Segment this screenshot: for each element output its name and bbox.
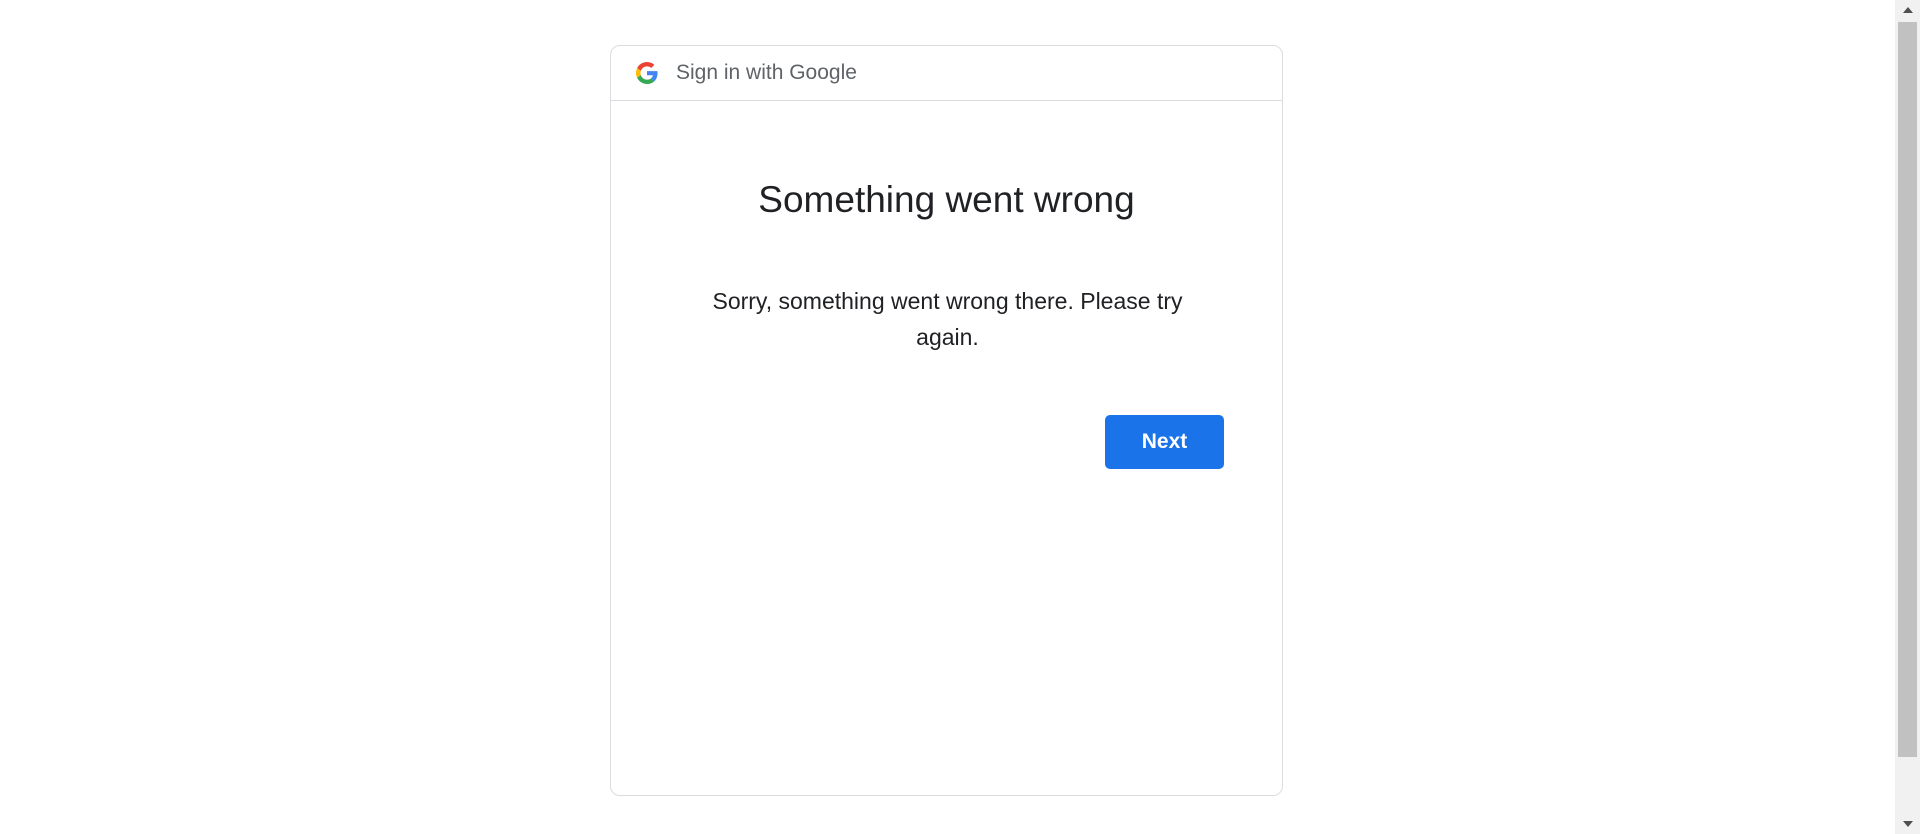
vertical-scrollbar[interactable] — [1895, 0, 1920, 834]
card-header: Sign in with Google — [611, 46, 1282, 101]
next-button[interactable]: Next — [1105, 415, 1224, 469]
sign-in-card: Sign in with Google Something went wrong… — [610, 45, 1283, 796]
scroll-down-arrow-icon[interactable] — [1895, 814, 1920, 834]
error-message: Sorry, something went wrong there. Pleas… — [712, 288, 1183, 350]
scroll-up-arrow-icon[interactable] — [1895, 0, 1920, 20]
error-title: Something went wrong — [758, 179, 1135, 220]
header-title: Sign in with Google — [676, 61, 857, 84]
page-viewport: Sign in with Google Something went wrong… — [0, 0, 1895, 834]
scrollbar-thumb[interactable] — [1898, 22, 1917, 757]
google-g-icon — [636, 62, 658, 84]
